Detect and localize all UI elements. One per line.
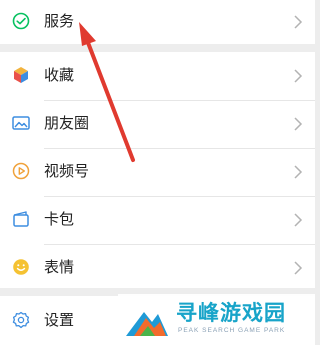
card-wallet-icon — [10, 208, 32, 230]
chevron-right-icon — [293, 68, 303, 84]
moments-photo-icon — [10, 112, 32, 134]
chevron-right-icon — [293, 212, 303, 228]
menu-item-label: 设置 — [44, 312, 75, 329]
menu-item-label: 收藏 — [44, 67, 75, 84]
menu-item-channels[interactable]: 视频号 — [0, 148, 315, 196]
chevron-right-icon — [293, 14, 303, 30]
features-section: 收藏 朋友圈 视频号 卡包 表情 — [0, 52, 315, 288]
chevron-right-icon — [293, 164, 303, 180]
menu-item-moments[interactable]: 朋友圈 — [0, 100, 315, 148]
wechat-pay-icon — [10, 10, 32, 32]
watermark-subtitle: PEAK SEARCH GAME PARK — [178, 327, 286, 334]
mountain-logo-icon — [124, 300, 170, 338]
favorites-cube-icon — [10, 64, 32, 86]
watermark: 寻峰游戏园 PEAK SEARCH GAME PARK — [118, 294, 315, 345]
sticker-smile-icon — [10, 256, 32, 278]
channels-play-icon — [10, 160, 32, 182]
settings-gear-icon — [10, 309, 32, 331]
menu-item-label: 视频号 — [44, 163, 90, 180]
menu-item-label: 朋友圈 — [44, 115, 90, 132]
menu-item-favorites[interactable]: 收藏 — [0, 52, 315, 100]
watermark-title: 寻峰游戏园 — [176, 302, 286, 325]
menu-item-label: 卡包 — [44, 211, 75, 228]
services-section: 服务 — [0, 0, 315, 44]
menu-item-services[interactable]: 服务 — [0, 0, 315, 46]
menu-item-stickers[interactable]: 表情 — [0, 244, 315, 292]
menu-item-card-wallet[interactable]: 卡包 — [0, 196, 315, 244]
menu-item-label: 表情 — [44, 259, 75, 276]
chevron-right-icon — [293, 116, 303, 132]
menu-item-label: 服务 — [44, 13, 75, 30]
chevron-right-icon — [293, 260, 303, 276]
